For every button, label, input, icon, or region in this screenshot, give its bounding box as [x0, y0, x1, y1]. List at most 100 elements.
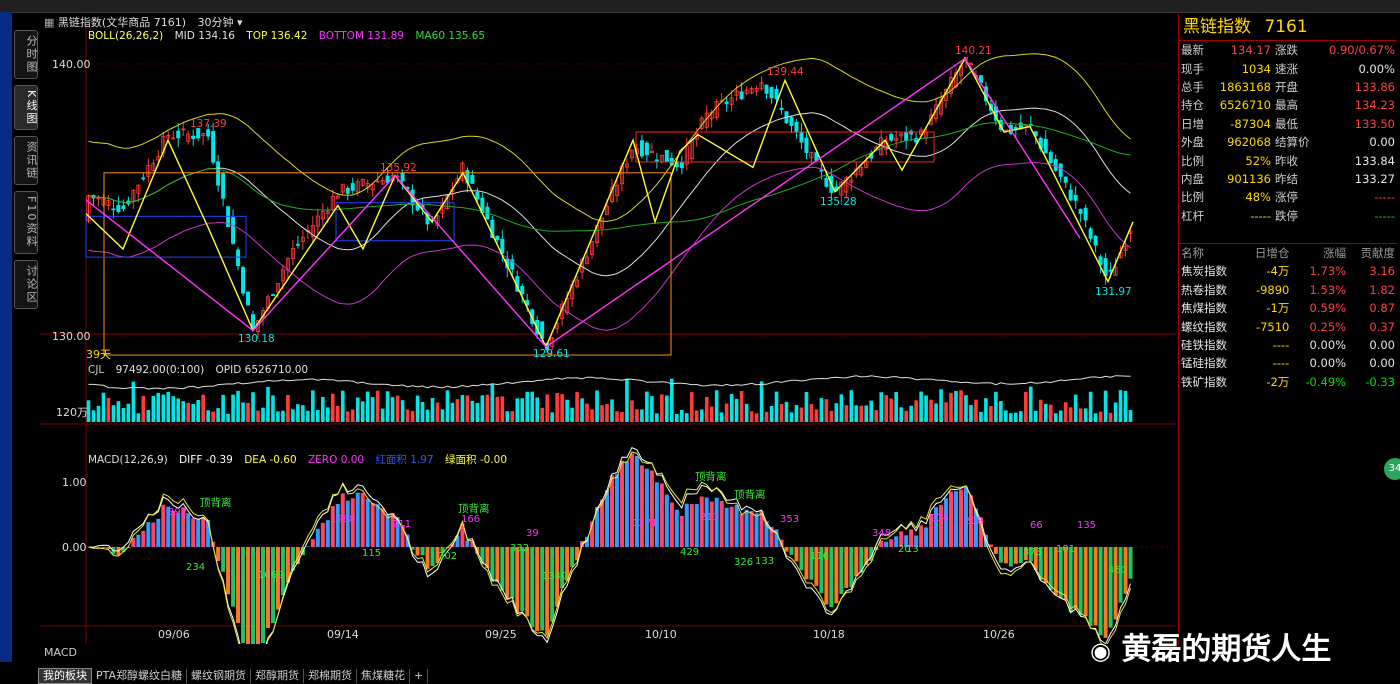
macd-bar — [231, 547, 236, 607]
volume-bar — [106, 397, 111, 422]
volume-bar — [1113, 402, 1118, 422]
volume-bar — [655, 413, 659, 422]
quote-label: 总手 — [1181, 79, 1204, 94]
volume-bar — [665, 395, 669, 422]
bottom-tab[interactable]: 郑棉期货 — [304, 669, 358, 683]
volume-bar — [500, 396, 505, 422]
volume-bar — [286, 394, 290, 422]
related-cell: 1.53% — [1309, 282, 1347, 297]
volume-bar — [410, 410, 415, 422]
candle-body — [295, 243, 300, 246]
volume-bar — [869, 400, 874, 422]
volume-bar — [660, 394, 664, 422]
date-label: 10/26 — [983, 628, 1015, 641]
volume-bar — [959, 390, 963, 422]
volume-bar — [390, 397, 395, 422]
volume-bar — [1043, 403, 1048, 422]
related-row[interactable]: 焦煤指数 -1万 0.59% 0.87 — [1179, 299, 1397, 317]
volume-bar — [510, 411, 515, 422]
column-header[interactable]: 日增仓 — [1242, 244, 1291, 262]
kline-chart-area[interactable]: 137.39 135.92 139.44 140.21 130.18 129.61 135.… — [40, 28, 1176, 644]
related-cell: 热卷指数 — [1181, 282, 1227, 297]
column-header[interactable]: 贡献度 — [1348, 244, 1397, 262]
macd-bar — [684, 503, 689, 547]
macd-label: 1271 — [632, 518, 657, 529]
volume-bar — [625, 378, 629, 422]
status-badge[interactable]: 34 — [1384, 458, 1400, 480]
related-cell: 0.00% — [1309, 356, 1347, 371]
bottom-tab[interactable]: 螺纹钢期货 — [187, 669, 252, 683]
macd-bar — [146, 522, 151, 547]
volume-bar — [535, 397, 540, 422]
volume-bar — [191, 403, 195, 422]
volume-bar — [136, 413, 141, 422]
volume-bar — [141, 395, 146, 422]
candle-body — [739, 91, 744, 100]
volume-bar — [999, 400, 1003, 422]
macd-bar — [924, 527, 929, 547]
bottom-tab[interactable]: PTA郑醇螺纹白糖 — [92, 669, 188, 683]
macd-bar — [236, 547, 241, 623]
volume-bar — [600, 405, 604, 422]
related-row[interactable]: 焦炭指数 -4万 1.73% 3.16 — [1179, 262, 1397, 280]
volume-bar — [405, 409, 410, 422]
quote-row: 总手 1863168 开盘 133.86 — [1179, 78, 1397, 96]
volume-bar — [206, 410, 210, 422]
related-row[interactable]: 锰硅指数 ---- 0.00% 0.00 — [1179, 354, 1397, 372]
macd-label: 274 — [930, 513, 949, 524]
volume-bar — [884, 395, 889, 422]
volume-bar — [994, 391, 998, 422]
volume-bar — [1048, 404, 1053, 422]
volume-bar — [969, 404, 973, 422]
column-header[interactable]: 名称 — [1179, 244, 1242, 262]
macd-bar — [1083, 547, 1088, 617]
macd-label: 460 — [1108, 565, 1127, 576]
volume-bar — [116, 401, 121, 422]
macd-bar — [141, 530, 146, 547]
candle-body — [121, 205, 126, 210]
macd-bar — [226, 547, 231, 595]
related-row[interactable]: 铁矿指数 -2万 -0.49% -0.33 — [1179, 373, 1397, 391]
macd-tab-label[interactable]: MACD — [44, 646, 77, 659]
related-row[interactable]: 螺纹指数 -7510 0.25% 0.37 — [1179, 317, 1397, 335]
quote-row: 比例 48% 涨停 ----- — [1179, 188, 1397, 206]
related-cell: 0.00 — [1369, 338, 1395, 353]
macd-bar — [380, 508, 385, 547]
candle-body — [1048, 152, 1053, 164]
volume-bar — [1128, 410, 1133, 422]
macd-label: 302 — [438, 551, 457, 562]
macd-label: 116 — [810, 551, 829, 562]
date-label: 09/06 — [158, 628, 190, 641]
macd-bar — [649, 470, 654, 547]
related-cell: 锰硅指数 — [1181, 356, 1227, 371]
quote-code: 7161 — [1264, 17, 1308, 37]
candle-body — [824, 178, 829, 187]
candle-body — [724, 101, 729, 105]
candle-body — [236, 249, 241, 267]
macd-bar — [320, 522, 325, 547]
related-row[interactable]: 热卷指数 -9890 1.53% 1.82 — [1179, 281, 1397, 299]
macd-bar — [1008, 547, 1013, 567]
price-label: 139.44 — [767, 66, 804, 78]
trend-line — [394, 175, 547, 348]
related-cell: ---- — [1272, 338, 1290, 353]
bottom-tab[interactable]: + — [410, 669, 429, 683]
related-row[interactable]: 硅铁指数 ---- 0.00% 0.00 — [1179, 336, 1397, 354]
macd-bar — [624, 461, 629, 547]
volume-bar — [196, 400, 200, 422]
tab-timeshare[interactable]: 分时图 — [14, 30, 38, 79]
bottom-tab[interactable]: 焦煤糖花 — [357, 669, 411, 683]
tab-f10[interactable]: F10资料 — [14, 191, 38, 254]
ma60-line — [88, 122, 1131, 232]
quote-value: 962068 — [1227, 135, 1271, 150]
tab-news[interactable]: 资讯链 — [14, 136, 38, 186]
column-header[interactable]: 涨幅 — [1291, 244, 1348, 262]
volume-bar — [675, 413, 679, 422]
volume-bar — [899, 407, 903, 422]
tab-discussion[interactable]: 讨论区 — [14, 259, 38, 309]
date-label: 09/25 — [485, 628, 517, 641]
bottom-tab[interactable]: 郑醇期货 — [251, 669, 305, 683]
tab-kline[interactable]: K线图 — [14, 85, 38, 131]
macd-bar — [156, 518, 161, 547]
macd-label: 211 — [392, 519, 411, 530]
